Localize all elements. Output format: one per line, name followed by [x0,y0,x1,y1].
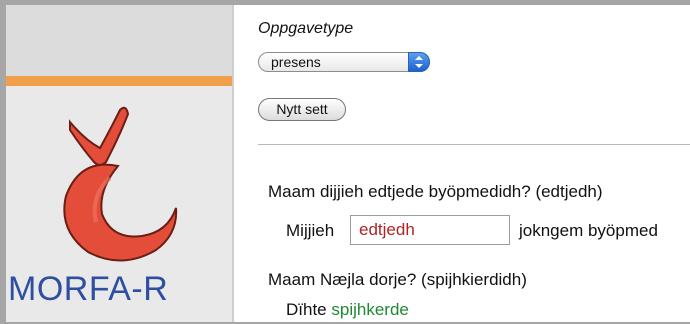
answer-2-subject: Dïhte [286,300,327,319]
task-type-label: Oppgavetype [258,20,354,37]
section-divider [258,144,690,145]
main-panel: Oppgavetype presens Nytt sett Maam dijji… [234,5,690,322]
select-arrows-icon [408,52,430,72]
answer-1-predicate: jokngem byöpmed [519,221,658,240]
question-1: Maam dijjieh edtjede byöpmedidh? (edtjed… [268,182,603,201]
answer-1-subject: Mijjieh [286,221,335,240]
brand-title: MORFA-R [8,270,169,308]
sidebar-header [6,5,232,76]
task-type-select[interactable]: presens [258,52,430,72]
answer-row-2: Dïhte spijhkerde [286,300,409,320]
sidebar-accent-rule [6,76,232,86]
morfa-logo-icon [63,106,178,262]
task-type-selected-value: presens [271,54,321,70]
question-2: Maam Næjla dorje? (spijhkierdidh) [268,270,527,289]
answer-1-input[interactable]: edtjedh [350,215,510,245]
answer-2-correct-value: spijhkerde [331,300,409,319]
new-set-button[interactable]: Nytt sett [258,98,346,121]
